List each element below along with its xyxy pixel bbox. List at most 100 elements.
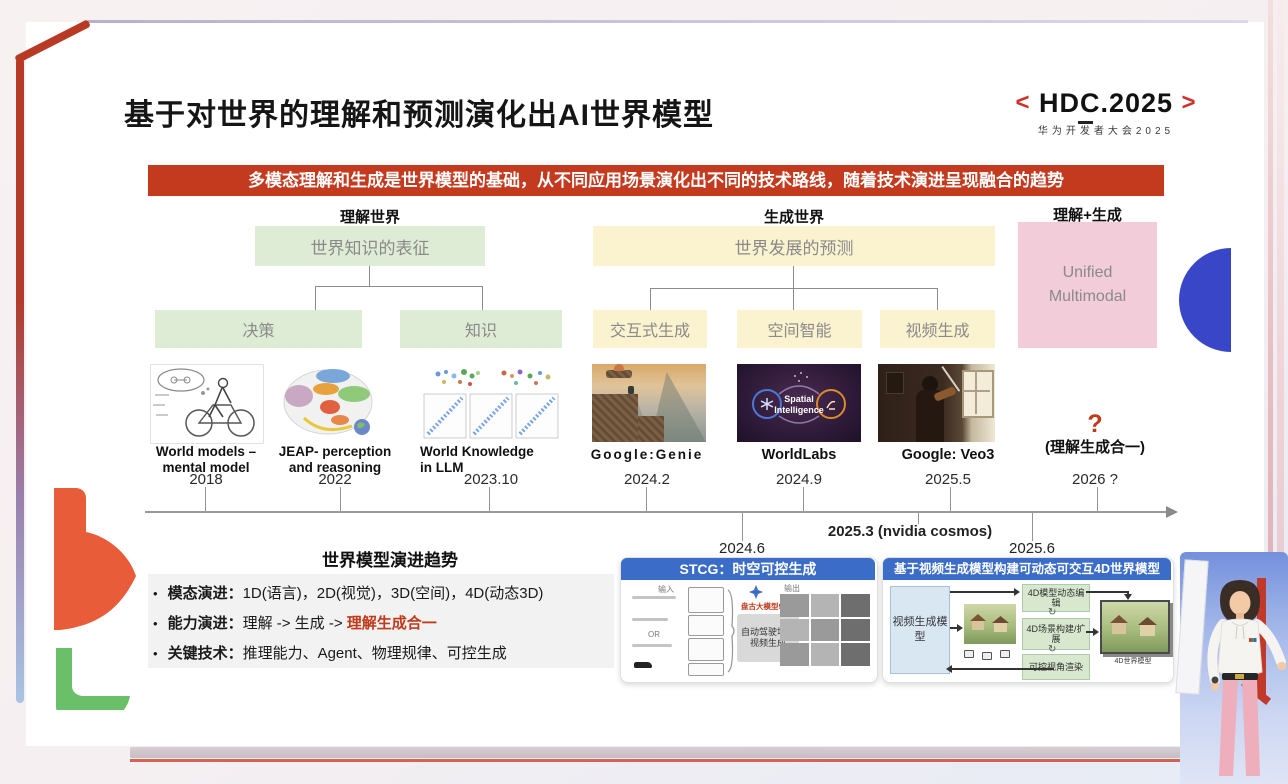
node-label: 交互式生成 [610,317,690,341]
trend-bullet-capability: • 能力演进：理解 -> 生成 -> 理解生成合一 [153,612,611,633]
bullet-label: 能力演进： [168,615,243,632]
milestone-date: 2024.9 [737,471,861,488]
trend-bullet-modality: • 模态演进：1D(语言)，2D(视觉)，3D(空间)，4D(动态3D) [153,582,611,603]
tree-connector [650,288,938,289]
node-world-prediction: 世界发展的预测 [593,226,995,266]
page-title: 基于对世界的理解和预测演化出AI世界模型 [124,90,714,134]
milestone-date: 2022 [272,471,398,488]
worldlabs-spatial-intelligence-image: Spatial Intelligence [737,364,861,442]
question-mark: ? [1030,410,1160,439]
camera-icon [982,652,992,660]
timeline-label-2025-6: 2025.6 [992,540,1072,557]
node-label: Unified [1063,261,1113,285]
timeline-arrowhead [1166,506,1178,518]
timeline-tick [340,487,341,511]
tree-connector [793,266,794,288]
bullet-label: 关键技术： [168,645,243,662]
stcg-bev-box [688,638,724,661]
node-spatial-intelligence: 空间智能 [737,310,862,348]
bullet-dot: • [153,586,158,601]
arrow-head [1014,588,1020,596]
stcg-output-grid [780,594,870,666]
trends-header: 世界模型演进趋势 [250,546,530,571]
node-world-knowledge-representation: 世界知识的表征 [255,226,485,266]
logo-text: HDC.2025 [1039,88,1173,118]
driving-clip-thumbnail [841,643,870,666]
arrow-head [1093,628,1099,636]
driving-clip-thumbnail [780,594,809,617]
4d-world-model-image [1100,600,1170,654]
trend-bullet-key-tech: • 关键技术：推理能力、Agent、物理规律、可控生成 [153,642,611,663]
tree-connector [793,288,794,310]
stcg-input-text-bar [632,596,676,599]
stcg-input-label: 输入 [658,584,674,595]
tree-connector [315,286,316,310]
node-decision: 决策 [155,310,362,348]
timeline-tick [646,487,647,511]
stcg-input-text-bar [632,644,672,647]
section-header-generate: 生成世界 [593,206,995,227]
arrow-line [1086,591,1128,593]
stcg-panel-header: STCG：时空可控生成 [621,558,875,580]
box-label: 可控视角渲染 [1029,662,1083,672]
arrow-head [957,624,963,632]
logo-c-underline [1078,121,1093,124]
tree-connector [650,288,651,310]
logo-subtitle: 华为开发者大会2025 [1008,122,1204,137]
milestone-label: (理解生成合一) [1030,440,1160,456]
arrow-line [950,591,1014,593]
node-video-generation: 视频生成 [880,310,995,348]
timeline-tick [1097,487,1098,511]
bullet-dot: • [153,646,158,661]
timeline-tick [205,487,206,511]
node-interactive-generation: 交互式生成 [593,310,707,348]
node-label: 世界知识的表征 [311,234,430,259]
bullet-highlight: 理解生成合一 [347,615,437,632]
driving-clip-thumbnail [780,619,809,642]
bottom-divider-bar [130,747,1235,758]
milestone-date: 2024.2 [585,471,709,488]
google-veo3-violinist-image [878,364,995,442]
box-label: 4D模型动态编辑 [1024,588,1088,608]
tree-connector [937,288,938,310]
mental-model-bicycle-image [150,364,264,444]
timeline-label-2024-6: 2024.6 [702,540,782,557]
milestone-date: 2025.5 [878,471,1018,488]
car-icon [634,662,652,668]
timeline-tick [489,487,490,511]
node-label: 视频生成 [905,317,969,341]
camera-icon [1000,650,1010,658]
node-unified-multimodal: Unified Multimodal [1018,222,1157,348]
bullet-label: 模态演进： [168,585,243,602]
stcg-camera-pose-box [688,663,724,676]
timeline-tick [950,487,951,511]
driving-clip-thumbnail [811,619,840,642]
key-message-banner: 多模态理解和生成是世界模型的基础，从不同应用场景演化出不同的技术路线，随着技术演… [148,165,1164,196]
worldlabs-text-line1: Spatial [784,394,814,404]
presenter-avatar [1196,576,1286,784]
stcg-output-label: 输出 [784,583,800,594]
video-gen-model-label: 视频生成模型 [891,615,949,645]
bullet-dot: • [153,616,158,631]
node-label: 决策 [242,317,274,341]
timeline-tick [1032,513,1033,541]
bullet-text: 1D(语言)，2D(视觉)，3D(空间)，4D(动态3D) [243,585,544,602]
bullet-text: 理解 -> 生成 -> [243,615,347,632]
driving-clip-thumbnail [780,643,809,666]
stcg-or-label: OR [648,630,660,639]
stcg-prompt-box [688,587,724,613]
video-gen-model-box: 视频生成模型 [890,586,950,674]
node-label: 空间智能 [767,317,831,341]
hdc-logo: < HDC.2025 > 华为开发者大会2025 [1008,88,1204,137]
pangu-model-icon [748,584,764,600]
orange-abstract-shape [40,480,150,710]
panel-4d-header: 基于视频生成模型构建可动态可交互4D世界模型 [883,558,1171,580]
box-view-render: 可控视角渲染 [1022,654,1090,680]
left-frame-line [16,58,24,703]
timeline-label-cosmos: 2025.3 (nvidia cosmos) [805,523,1015,540]
logo-left-bracket: < [1015,89,1030,116]
stcg-input-text-bar [632,618,668,621]
bullet-text: 推理能力、Agent、物理规律、可控生成 [243,645,507,662]
milestone-label: WorldLabs [737,447,861,463]
arrow-head [946,665,952,673]
